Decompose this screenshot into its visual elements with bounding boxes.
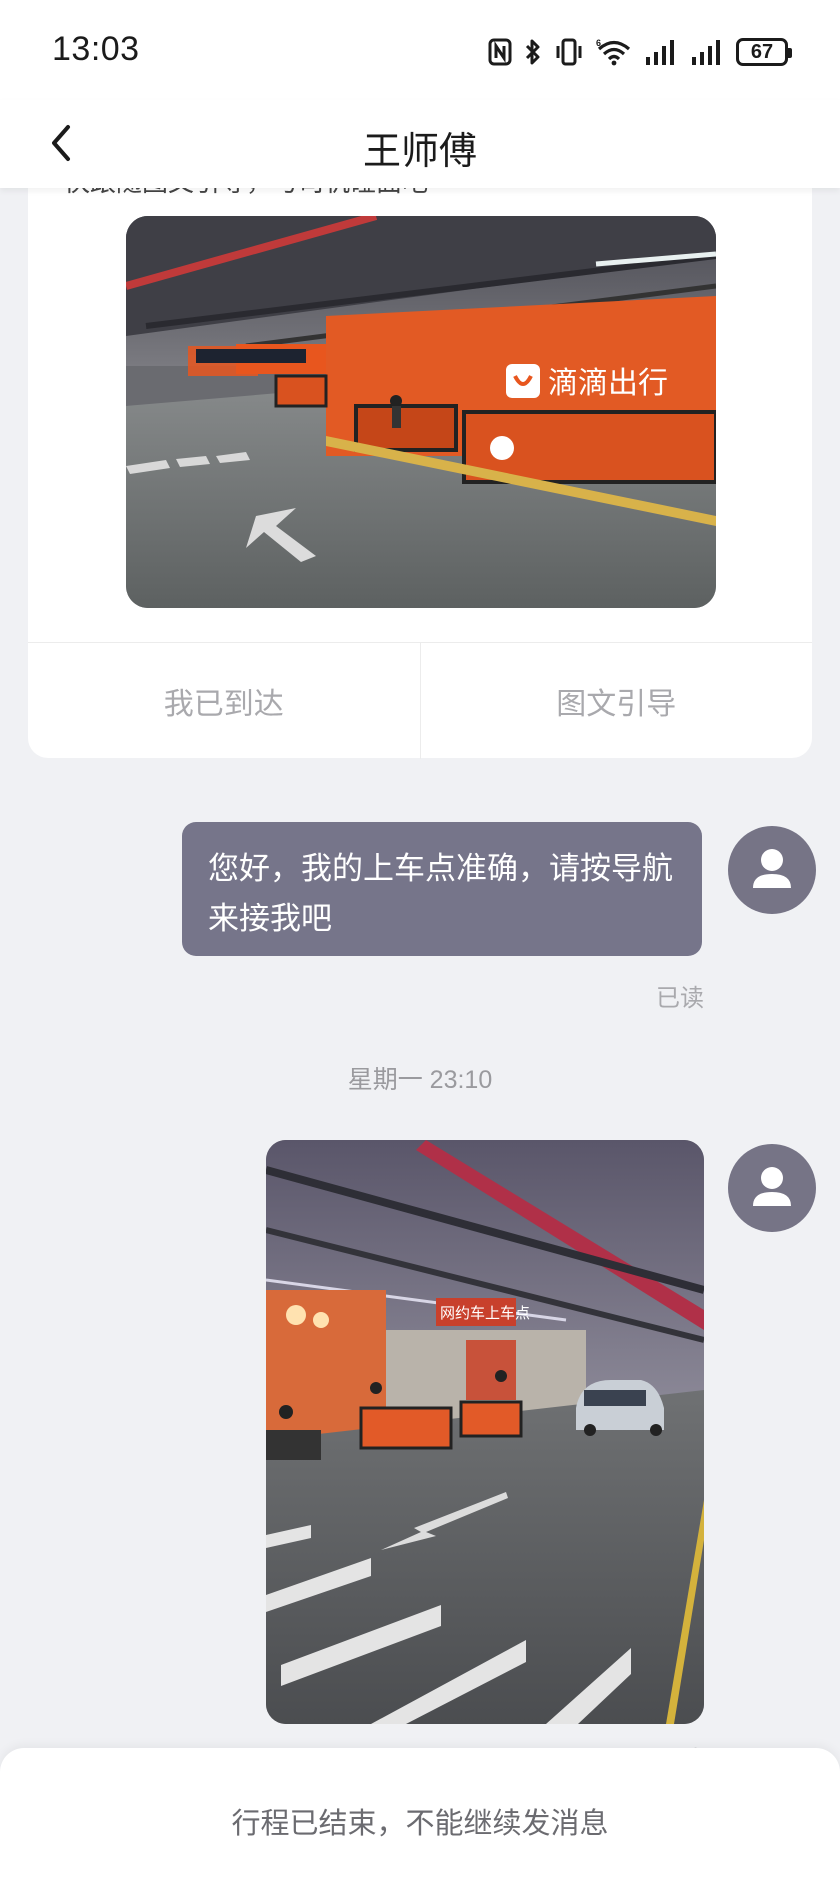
signal-icon — [646, 40, 674, 65]
chat-header: 王师傅 — [0, 100, 840, 188]
signal-icon — [692, 40, 720, 65]
avatar[interactable] — [728, 826, 816, 914]
chat-messages[interactable]: 快跟随图文引导，与司机碰面吧~ — [0, 188, 840, 1748]
guide-card-actions: 我已到达 图文引导 — [28, 642, 812, 759]
page-title: 王师傅 — [362, 131, 477, 173]
user-icon — [753, 849, 791, 888]
svg-text:6: 6 — [596, 38, 601, 48]
status-time: 13:03 — [52, 30, 140, 68]
avatar[interactable] — [728, 1144, 816, 1232]
nfc-icon — [488, 38, 512, 66]
wifi-icon: 6 — [596, 38, 631, 66]
message-timestamp: 星期一 23:10 — [347, 1066, 493, 1094]
user-icon — [753, 1167, 791, 1206]
input-disabled-bar: 行程已结束，不能继续发消息 — [0, 1748, 840, 1896]
read-status: 已读 — [656, 985, 704, 1012]
pickup-point-photo[interactable]: 滴滴出行 — [126, 216, 716, 608]
picture-guide-button[interactable]: 图文引导 — [419, 643, 813, 759]
svg-text:网约车上车点: 网约车上车点 — [440, 1304, 530, 1322]
guide-card-text: 快跟随图文引导，与司机碰面吧~ — [64, 188, 443, 199]
message-photo[interactable]: 网约车上车点 — [266, 1140, 704, 1724]
status-bar: 13:03 6 67 — [0, 0, 840, 100]
pickup-guide-card: 快跟随图文引导，与司机碰面吧~ — [28, 188, 812, 759]
status-icons: 6 67 — [488, 34, 792, 70]
bluetooth-icon — [525, 39, 540, 65]
vibrate-icon — [556, 38, 582, 66]
message-bubble[interactable]: 您好，我的上车点准确，请按导航来接我吧 — [182, 822, 702, 956]
battery-icon: 67 — [736, 38, 792, 66]
read-status: 已读 — [656, 1740, 704, 1748]
arrived-button[interactable]: 我已到达 — [28, 643, 420, 759]
trip-ended-notice: 行程已结束，不能继续发消息 — [231, 1808, 609, 1840]
chat-screen: 13:03 6 67 王师傅 滴滴出行 我已到达 图文引导 您好，我的上车点准确… — [0, 0, 840, 1896]
svg-text:滴滴出行: 滴滴出行 — [548, 366, 668, 401]
